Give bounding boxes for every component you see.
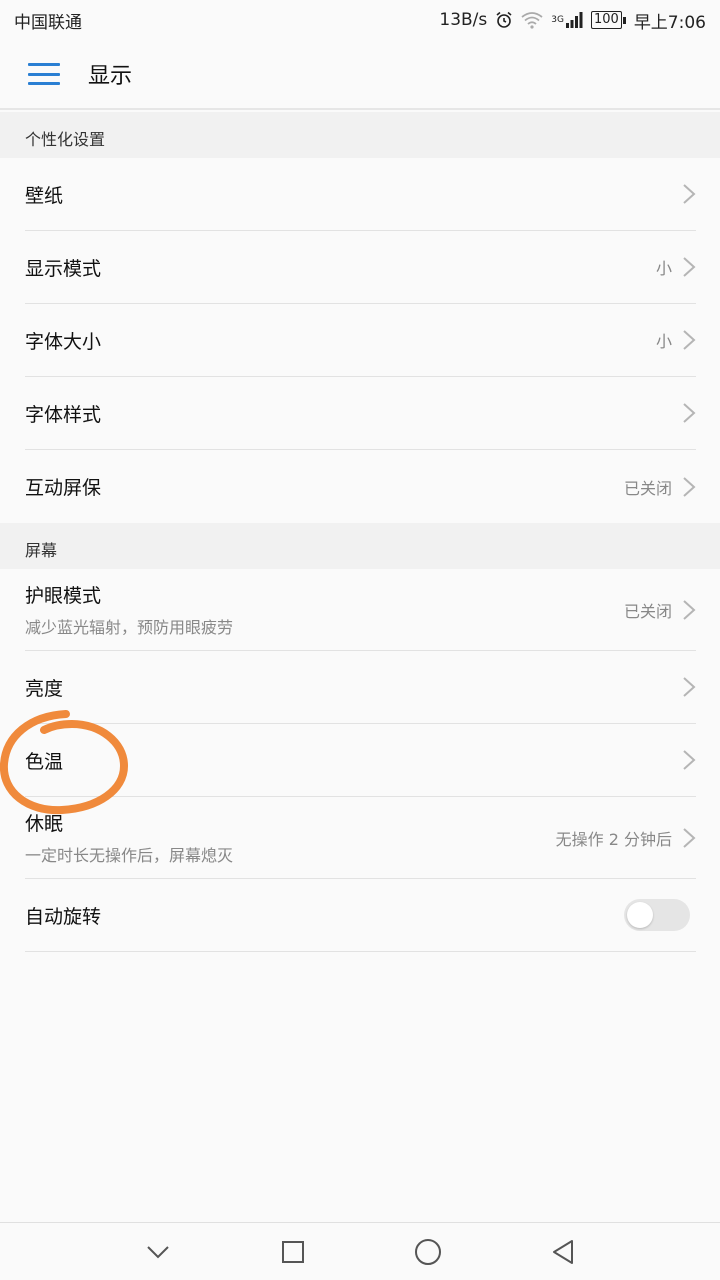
settings-row-brightness[interactable]: 亮度 — [25, 651, 696, 724]
row-label: 自动旋转 — [25, 905, 102, 928]
auto-rotate-toggle[interactable] — [624, 899, 690, 931]
settings-row-wallpaper[interactable]: 壁纸 — [25, 158, 696, 231]
settings-row-font-size[interactable]: 字体大小 小 — [25, 304, 696, 377]
row-label: 互动屏保 — [25, 477, 102, 499]
toolbar: 显示 — [0, 40, 720, 110]
row-label: 休眠 — [25, 813, 64, 835]
row-value: 小 — [655, 332, 672, 351]
settings-row-display-mode[interactable]: 显示模式 小 — [25, 231, 696, 304]
chevron-right-icon — [682, 676, 696, 698]
section-header-screen: 屏幕 — [0, 523, 720, 569]
row-sublabel: 减少蓝光辐射，预防用眼疲劳 — [25, 618, 234, 637]
chevron-right-icon — [682, 749, 696, 771]
chevron-right-icon — [682, 329, 696, 351]
back-icon[interactable] — [543, 1232, 583, 1272]
row-label: 壁纸 — [25, 184, 64, 207]
chevron-right-icon — [682, 827, 696, 849]
settings-row-interactive-screensaver[interactable]: 互动屏保 已关闭 — [25, 450, 696, 523]
chevron-right-icon — [682, 402, 696, 424]
recent-apps-icon[interactable] — [273, 1232, 313, 1272]
home-icon[interactable] — [408, 1232, 448, 1272]
page-title: 显示 — [88, 64, 133, 89]
battery-level: 100 — [590, 11, 622, 29]
chevron-right-icon — [682, 476, 696, 498]
row-label: 显示模式 — [25, 257, 102, 280]
row-value: 无操作 2 分钟后 — [555, 829, 672, 849]
row-label: 字体样式 — [25, 403, 102, 426]
status-right: 13B/s 3G 100 早上7:06 — [439, 8, 706, 33]
settings-row-font-style[interactable]: 字体样式 — [25, 377, 696, 450]
row-value: 已关闭 — [623, 601, 672, 621]
navigation-bar — [0, 1222, 720, 1280]
battery-icon: 100 — [590, 11, 626, 29]
row-label: 护眼模式 — [25, 585, 102, 607]
network-speed: 13B/s — [439, 10, 488, 30]
settings-row-color-temperature[interactable]: 色温 — [25, 724, 696, 797]
row-label: 色温 — [25, 750, 64, 773]
carrier-name: 中国联通 — [14, 12, 82, 33]
hamburger-menu-icon[interactable] — [28, 63, 60, 85]
settings-list: 个性化设置 壁纸 显示模式 小 字体大小 小 字体样式 互动屏保 已关闭 屏幕 — [0, 112, 720, 952]
chevron-right-icon — [682, 256, 696, 278]
wifi-icon — [521, 11, 543, 29]
network-type: 3G — [551, 15, 564, 25]
status-bar: 中国联通 13B/s 3G 100 早上7:06 — [0, 0, 720, 40]
toggle-knob — [627, 902, 653, 928]
chevron-right-icon — [682, 599, 696, 621]
row-value: 已关闭 — [623, 478, 672, 498]
row-value: 小 — [655, 259, 672, 278]
row-label: 字体大小 — [25, 330, 102, 353]
signal-icon: 3G — [551, 11, 583, 29]
clock: 早上7:06 — [633, 12, 706, 33]
settings-row-auto-rotate: 自动旋转 — [25, 879, 696, 952]
row-label: 亮度 — [25, 677, 64, 700]
row-sublabel: 一定时长无操作后，屏幕熄灭 — [25, 846, 234, 865]
alarm-icon — [495, 11, 513, 29]
settings-row-sleep[interactable]: 休眠 一定时长无操作后，屏幕熄灭 无操作 2 分钟后 — [25, 797, 696, 879]
section-header-personalization: 个性化设置 — [0, 112, 720, 158]
down-chevron-icon[interactable] — [138, 1232, 178, 1272]
chevron-right-icon — [682, 183, 696, 205]
settings-row-eye-comfort[interactable]: 护眼模式 减少蓝光辐射，预防用眼疲劳 已关闭 — [25, 569, 696, 651]
